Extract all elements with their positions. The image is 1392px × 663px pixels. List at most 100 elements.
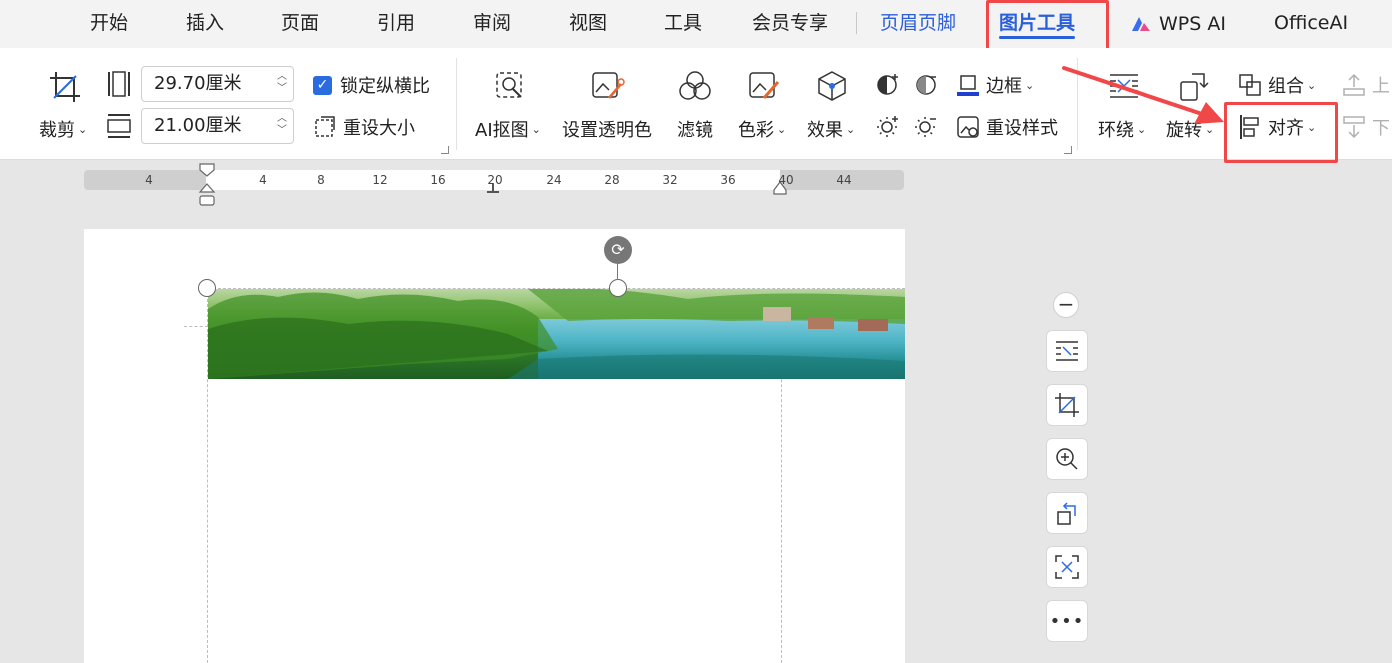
collapse-toolbar-icon[interactable]: − bbox=[1053, 292, 1079, 318]
ai-cutout-label: AI抠图 bbox=[475, 120, 529, 141]
ruler-tick: 16 bbox=[430, 173, 446, 187]
lock-aspect-label: 锁定纵横比 bbox=[340, 76, 430, 97]
size-dialog-launcher[interactable] bbox=[441, 146, 449, 154]
bring-forward-button[interactable]: 上 bbox=[1342, 72, 1390, 98]
style-dialog-launcher[interactable] bbox=[1064, 146, 1072, 154]
contrast-down-icon[interactable] bbox=[914, 72, 938, 96]
color-label: 色彩 bbox=[738, 120, 774, 141]
resize-handle-top-middle[interactable] bbox=[609, 279, 627, 297]
ai-cutout-button[interactable]: AI抠图 ⌄ bbox=[475, 116, 541, 142]
group-label: 组合 bbox=[1268, 76, 1304, 97]
filter-button[interactable]: 滤镜 bbox=[677, 116, 713, 142]
tab-stop-icon[interactable] bbox=[486, 184, 500, 194]
tab-review[interactable]: 审阅 bbox=[473, 0, 511, 48]
reset-style-icon bbox=[957, 116, 979, 138]
color-icon[interactable] bbox=[748, 70, 782, 102]
tab-view[interactable]: 视图 bbox=[569, 0, 607, 48]
right-indent-marker-icon[interactable] bbox=[772, 180, 788, 196]
effects-label: 效果 bbox=[807, 120, 843, 141]
check-icon: ✓ bbox=[313, 75, 332, 95]
chevron-down-icon: ⌄ bbox=[777, 122, 787, 136]
tab-header-footer[interactable]: 页眉页脚 bbox=[880, 0, 956, 48]
border-button[interactable]: 边框 ⌄ bbox=[956, 72, 1034, 98]
bring-forward-icon bbox=[1343, 73, 1365, 96]
height-spinner[interactable]: ︿ ﹀ bbox=[277, 113, 287, 137]
crop-tool[interactable] bbox=[1046, 384, 1088, 426]
crop-button[interactable]: 裁剪 ⌄ bbox=[39, 116, 87, 142]
contrast-up-icon[interactable] bbox=[876, 72, 900, 96]
wrap-text-icon bbox=[1056, 341, 1078, 361]
rotate-handle-icon[interactable]: ⟳ bbox=[604, 236, 632, 264]
chevron-down-icon: ⌄ bbox=[78, 122, 88, 136]
rotate-tool[interactable] bbox=[1046, 492, 1088, 534]
crop-icon bbox=[1055, 393, 1079, 417]
tab-wps-ai[interactable]: WPS AI bbox=[1130, 0, 1226, 48]
highlight-picture-tools bbox=[986, 0, 1109, 53]
ruler-tick: 36 bbox=[720, 173, 736, 187]
ruler-tick: 44 bbox=[836, 173, 852, 187]
width-icon bbox=[106, 70, 132, 98]
tab-references[interactable]: 引用 bbox=[377, 0, 415, 48]
crop-icon bbox=[50, 72, 80, 102]
filter-label: 滤镜 bbox=[677, 120, 713, 141]
set-transparent-label: 设置透明色 bbox=[562, 120, 652, 141]
brightness-up-icon[interactable] bbox=[876, 114, 900, 138]
group-button[interactable]: 组合 ⌄ bbox=[1238, 72, 1316, 98]
group-icon bbox=[1239, 74, 1261, 96]
more-options-tool[interactable]: ••• bbox=[1046, 600, 1088, 642]
resize-handle-top-left[interactable] bbox=[198, 279, 216, 297]
tab-office-ai[interactable]: OfficeAI bbox=[1274, 0, 1348, 48]
zoom-in-icon bbox=[1056, 448, 1078, 470]
tree-shapes bbox=[208, 289, 905, 379]
reset-size-button[interactable]: 重设大小 bbox=[313, 114, 415, 140]
set-transparent-icon[interactable] bbox=[591, 70, 625, 102]
width-spinner[interactable]: ︿ ﹀ bbox=[277, 71, 287, 95]
zoom-in-tool[interactable] bbox=[1046, 438, 1088, 480]
ruler-tick: 24 bbox=[546, 173, 562, 187]
tab-tools[interactable]: 工具 bbox=[664, 0, 702, 48]
extract-text-tool[interactable] bbox=[1046, 546, 1088, 588]
lock-aspect-checkbox[interactable]: ✓ 锁定纵横比 bbox=[313, 72, 430, 98]
border-icon bbox=[957, 75, 979, 96]
wrap-text-tool[interactable] bbox=[1046, 330, 1088, 372]
indent-marker-icon[interactable] bbox=[198, 162, 216, 208]
chevron-down-icon: ⌄ bbox=[1025, 78, 1035, 92]
reset-style-button[interactable]: 重设样式 bbox=[956, 114, 1058, 140]
rotate-icon bbox=[1057, 502, 1076, 525]
rotate-handle-stem bbox=[617, 262, 618, 280]
tab-home[interactable]: 开始 bbox=[90, 0, 128, 48]
tab-page[interactable]: 页面 bbox=[281, 0, 319, 48]
tab-separator bbox=[856, 12, 857, 34]
filter-icon[interactable] bbox=[678, 70, 712, 102]
tab-insert[interactable]: 插入 bbox=[186, 0, 224, 48]
set-transparent-button[interactable]: 设置透明色 bbox=[562, 116, 652, 142]
ruler-tick: 12 bbox=[372, 173, 388, 187]
tab-member[interactable]: 会员专享 bbox=[752, 0, 828, 48]
ruler-tick: 32 bbox=[662, 173, 678, 187]
color-button[interactable]: 色彩 ⌄ bbox=[738, 116, 786, 142]
brightness-down-icon[interactable] bbox=[914, 114, 938, 138]
ruler-tick: 8 bbox=[317, 173, 325, 187]
chevron-down-icon: ⌄ bbox=[846, 122, 856, 136]
width-field[interactable]: 29.70厘米 ︿ ﹀ bbox=[141, 66, 294, 102]
ai-cutout-icon[interactable] bbox=[494, 70, 526, 102]
bring-forward-label: 上 bbox=[1372, 76, 1390, 97]
height-icon bbox=[106, 112, 132, 140]
extract-text-icon bbox=[1055, 555, 1079, 579]
height-value: 21.00厘米 bbox=[154, 115, 242, 136]
landscape-image[interactable] bbox=[208, 289, 905, 379]
ruler-tick: 28 bbox=[604, 173, 620, 187]
effects-icon[interactable] bbox=[816, 70, 848, 102]
height-field[interactable]: 21.00厘米 ︿ ﹀ bbox=[141, 108, 294, 144]
reset-size-icon bbox=[315, 116, 335, 137]
highlight-align bbox=[1224, 102, 1338, 163]
reset-size-label: 重设大小 bbox=[343, 118, 415, 139]
pointer-arrow-icon bbox=[1062, 66, 1224, 124]
send-backward-button[interactable]: 下 bbox=[1342, 114, 1390, 140]
effects-button[interactable]: 效果 ⌄ bbox=[807, 116, 855, 142]
reset-style-label: 重设样式 bbox=[986, 118, 1058, 139]
ribbon-tabs: 开始 插入 页面 引用 审阅 视图 工具 会员专享 页眉页脚 图片工具 WPS … bbox=[0, 0, 1392, 48]
wps-ai-logo-icon bbox=[1132, 17, 1150, 31]
crop-icon-wrap[interactable] bbox=[48, 70, 82, 104]
chevron-down-icon: ⌄ bbox=[531, 122, 541, 136]
